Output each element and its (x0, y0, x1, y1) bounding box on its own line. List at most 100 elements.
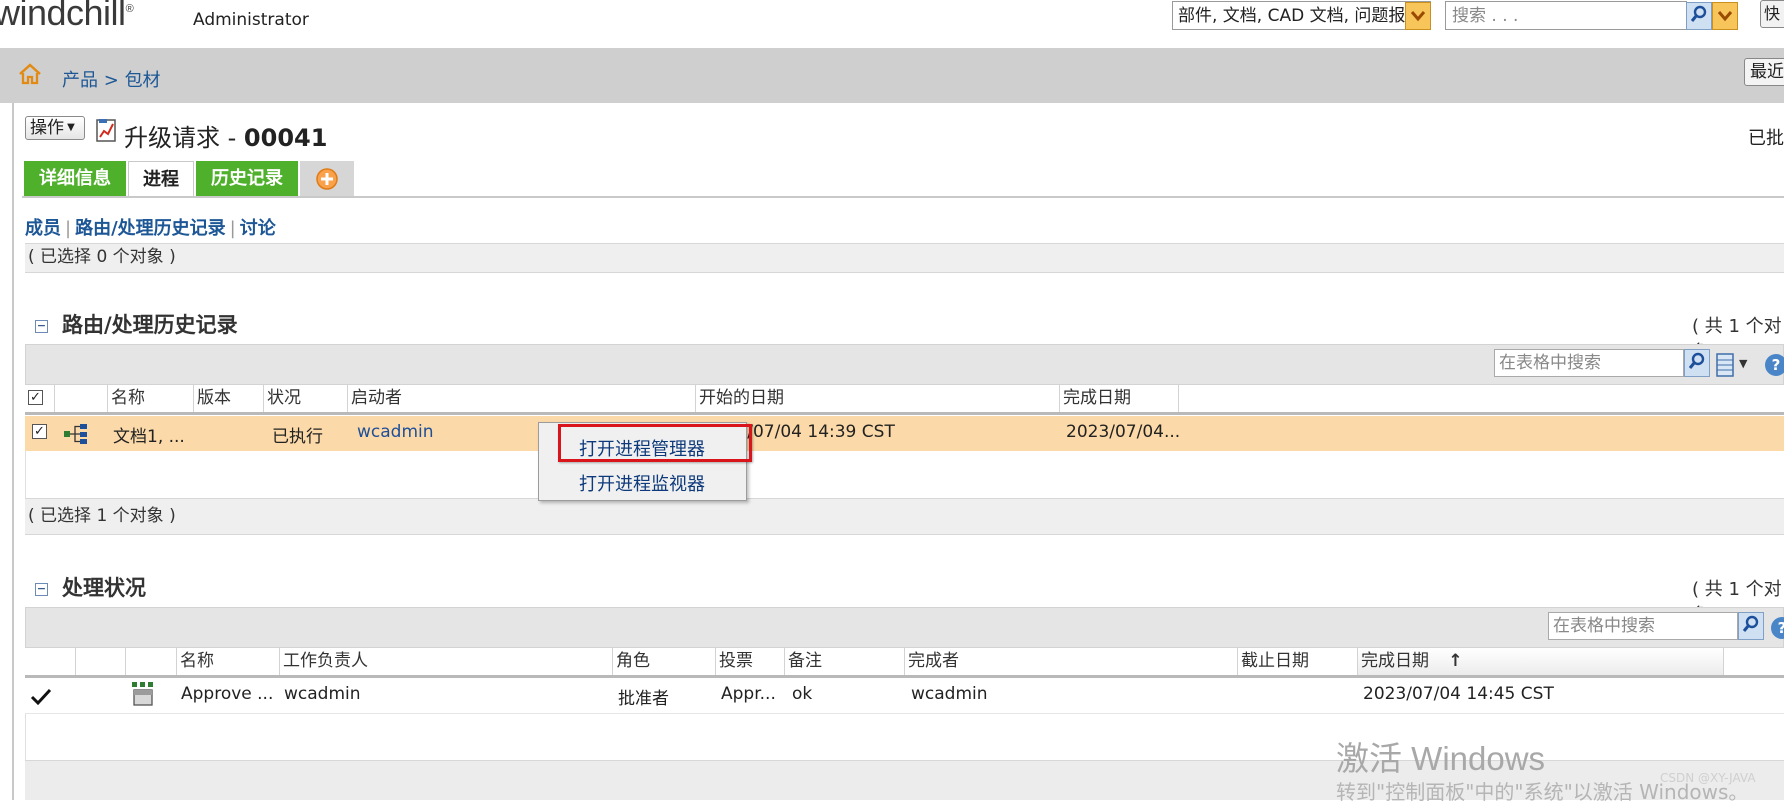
status-table-header: 名称 工作负责人 角色 投票 备注 完成者 截止日期 完成日期 ↑ (25, 648, 1784, 678)
status-table-toolbar: ? (25, 607, 1784, 648)
process-status-header: − 处理状况 (35, 572, 146, 602)
tab-history[interactable]: 历史记录 (196, 161, 298, 196)
column-header-start-date[interactable]: 开始的日期 (696, 385, 1060, 412)
row-finish-date: 2023/07/04 14:45 CST (1363, 684, 1554, 704)
search-icon (1742, 615, 1760, 638)
row-status: 已执行 (272, 427, 323, 447)
select-all-cell: ✓ (25, 385, 55, 412)
tab-divider (22, 196, 1784, 198)
object-type-title: 升级请求 - (124, 124, 244, 152)
chevron-down-icon (1410, 6, 1426, 27)
column-header-owner[interactable]: 工作负责人 (280, 648, 613, 675)
routing-history-title: 路由/处理历史记录 (62, 313, 238, 337)
table-row[interactable]: Approve ... wcadmin 批准者 Appr... ok wcadm… (25, 678, 1784, 714)
tab-process[interactable]: 进程 (128, 161, 194, 196)
page-title: 升级请求 - 00041 (124, 118, 327, 153)
menu-item-open-process-monitor[interactable]: 打开进程监视器 (579, 470, 705, 496)
row-task-name[interactable]: Approve ... (181, 684, 273, 704)
column-header-due-date[interactable]: 截止日期 (1238, 648, 1358, 675)
tab-add[interactable] (300, 161, 354, 196)
search-icon (1688, 352, 1706, 375)
table-view-dropdown-icon[interactable]: ▼ (1739, 357, 1747, 370)
home-icon[interactable] (18, 63, 42, 90)
collapse-icon[interactable]: − (35, 582, 48, 596)
source-credit: CSDN @XY-JAVA (1660, 771, 1756, 785)
highlight-annotation-box (558, 424, 752, 462)
svg-text:?: ? (1778, 619, 1784, 637)
column-header-completed-by[interactable]: 完成者 (905, 648, 1238, 675)
chevron-down-icon (1717, 6, 1733, 27)
blank-column-header (76, 648, 126, 675)
column-header-finish-date[interactable]: 完成日期 (1060, 385, 1179, 412)
status-table-search-input[interactable] (1548, 612, 1738, 640)
row-name[interactable]: 文档1, ... (113, 422, 185, 447)
caret-down-icon: ▼ (64, 122, 75, 133)
search-type-dropdown-button[interactable] (1405, 2, 1431, 30)
search-options-dropdown[interactable] (1712, 2, 1738, 30)
routing-table-header: ✓ 名称 版本 状况 启动者 开始的日期 完成日期 (25, 385, 1784, 415)
current-user: Administrator (193, 10, 309, 30)
routing-selection-status: ( 已选择 1 个对象 ) (25, 498, 1784, 535)
search-icon (1690, 5, 1708, 28)
sublink-members[interactable]: 成员 (25, 218, 61, 239)
row-owner: wcadmin (284, 684, 361, 704)
routing-table-search-button[interactable] (1684, 349, 1710, 377)
column-header-finish-date-sorted[interactable]: 完成日期 ↑ (1358, 648, 1724, 675)
column-header-name[interactable]: 名称 (177, 648, 280, 675)
svg-text:?: ? (1772, 356, 1781, 374)
recent-button[interactable]: 最近 (1744, 58, 1784, 86)
tab-details[interactable]: 详细信息 (24, 161, 126, 196)
sublink-routing-history[interactable]: 路由/处理历史记录 (75, 218, 226, 239)
search-type-select[interactable]: 部件, 文档, CAD 文档, 问题报 (1172, 1, 1431, 30)
row-checkbox[interactable]: ✓ (32, 424, 47, 439)
process-status-title: 处理状况 (62, 576, 146, 600)
global-search-input[interactable] (1445, 1, 1687, 30)
collapse-icon[interactable]: − (35, 319, 48, 333)
actions-label: 操作 (30, 118, 64, 138)
help-icon[interactable]: ? (1770, 616, 1784, 645)
breadcrumb-item-packaging[interactable]: 包材 (125, 70, 161, 91)
promotion-request-icon (95, 117, 119, 148)
column-header-initiator[interactable]: 启动者 (348, 385, 696, 412)
column-header-version[interactable]: 版本 (194, 385, 264, 412)
breadcrumb-item-product[interactable]: 产品 (62, 70, 98, 91)
column-header-name[interactable]: 名称 (108, 385, 194, 412)
status-column-header (25, 648, 76, 675)
separator: | (65, 218, 72, 239)
logo-mark: ® (125, 3, 134, 15)
global-search-button[interactable] (1686, 2, 1712, 30)
sort-ascending-icon: ↑ (1448, 651, 1463, 671)
row-comment: ok (792, 684, 813, 704)
table-row[interactable]: ✓ 文档1, ... 已执行 wcadmin 2023/07/04 14:39 … (25, 416, 1784, 451)
windchill-logo[interactable]: windchill® (0, 0, 134, 34)
row-role: 批准者 (618, 689, 669, 709)
process-sub-navigation: 成员 | 路由/处理历史记录 | 讨论 (25, 214, 276, 240)
icon-column-header (55, 385, 108, 412)
row-initiator-link[interactable]: wcadmin (357, 422, 434, 442)
help-icon[interactable]: ? (1764, 353, 1784, 382)
actions-menu-button[interactable]: 操作 ▼ (25, 116, 85, 140)
work-item-icon (130, 681, 156, 712)
sublink-discussion[interactable]: 讨论 (240, 218, 276, 239)
routing-table-search-input[interactable] (1494, 349, 1684, 377)
type-column-header (126, 648, 177, 675)
checkmark-icon (30, 688, 52, 711)
column-header-vote[interactable]: 投票 (716, 648, 785, 675)
routing-history-header: − 路由/处理历史记录 (35, 309, 238, 339)
status-table-search-button[interactable] (1738, 612, 1764, 640)
row-finish-date: 2023/07/04... (1066, 422, 1181, 442)
column-header-role[interactable]: 角色 (613, 648, 716, 675)
table-view-icon[interactable] (1716, 353, 1734, 382)
finish-date-header-label: 完成日期 (1361, 651, 1429, 671)
separator: | (229, 218, 236, 239)
breadcrumb-bar (0, 48, 1784, 103)
column-header-status[interactable]: 状况 (264, 385, 348, 412)
breadcrumb-separator: > (103, 70, 119, 91)
object-number: 00041 (243, 124, 328, 152)
quick-access-button[interactable]: 快 (1760, 0, 1784, 28)
routing-table-body (25, 451, 1784, 498)
select-all-checkbox[interactable]: ✓ (28, 390, 43, 405)
logo-text: windchill (0, 0, 126, 33)
column-header-comment[interactable]: 备注 (785, 648, 905, 675)
row-vote: Appr... (721, 684, 776, 704)
